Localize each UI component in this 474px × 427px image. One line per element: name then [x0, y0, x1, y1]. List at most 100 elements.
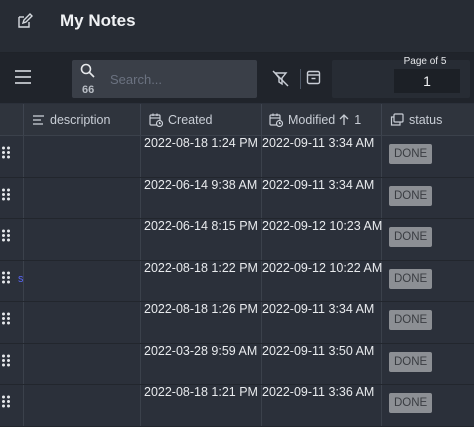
- column-header-modified[interactable]: Modified 1: [261, 104, 381, 135]
- drag-handle-icon[interactable]: [1, 229, 11, 242]
- row-handle-cell: [0, 302, 24, 343]
- status-cell: DONE: [381, 219, 474, 260]
- status-badge[interactable]: DONE: [389, 227, 433, 247]
- modified-text: 2022-09-12 10:22 AM: [262, 260, 383, 275]
- row-handle-cell: [0, 136, 24, 177]
- status-cell: DONE: [381, 302, 474, 343]
- column-header-label: description: [50, 112, 111, 127]
- drag-handle-icon[interactable]: [1, 271, 11, 284]
- table-row[interactable]: 2022-08-18 1:26 PM 2022-09-11 3:34 AM DO…: [0, 302, 474, 344]
- description-cell[interactable]: [23, 177, 141, 218]
- modified-cell: 2022-09-11 3:34 AM: [261, 136, 382, 177]
- description-cell[interactable]: [23, 136, 141, 177]
- archive-icon[interactable]: [306, 70, 321, 85]
- page-input[interactable]: [394, 69, 460, 93]
- created-cell: 2022-06-14 9:38 AM: [140, 177, 262, 218]
- search-box: 66: [72, 60, 257, 98]
- modified-cell: 2022-09-11 3:36 AM: [261, 385, 382, 426]
- status-badge[interactable]: DONE: [389, 144, 433, 164]
- column-header-description[interactable]: description: [23, 104, 140, 135]
- table-row[interactable]: 2022-06-14 9:38 AM 2022-09-11 3:34 AM DO…: [0, 177, 474, 219]
- table-row[interactable]: 2022-08-18 1:21 PM 2022-09-11 3:36 AM DO…: [0, 385, 474, 427]
- table-row[interactable]: 2022-06-14 8:15 PM 2022-09-12 10:23 AM D…: [0, 219, 474, 261]
- created-text: 2022-06-14 8:15 PM: [144, 219, 258, 233]
- search-icon: [80, 63, 95, 78]
- modified-cell: 2022-09-11 3:34 AM: [261, 302, 382, 343]
- row-handle-cell: [0, 343, 24, 384]
- description-cell[interactable]: [23, 219, 141, 260]
- status-badge[interactable]: DONE: [389, 268, 433, 289]
- status-badge[interactable]: DONE: [389, 310, 433, 330]
- created-text: 2022-06-14 9:38 AM: [144, 177, 258, 192]
- created-cell: 2022-08-18 1:22 PM: [140, 260, 262, 301]
- status-cell: DONE: [381, 261, 474, 302]
- created-cell: 2022-08-18 1:26 PM: [140, 302, 262, 343]
- calendar-clock-icon: [269, 113, 283, 127]
- toolbar: 66 Page of 5: [0, 53, 474, 103]
- status-cell: DONE: [381, 136, 474, 177]
- modified-text: 2022-09-11 3:34 AM: [262, 177, 375, 192]
- created-text: 2022-08-18 1:24 PM: [144, 136, 258, 150]
- modified-cell: 2022-09-11 3:50 AM: [261, 343, 382, 384]
- description-cell[interactable]: [23, 302, 141, 343]
- status-badge[interactable]: DONE: [389, 185, 433, 206]
- modified-text: 2022-09-11 3:50 AM: [262, 343, 375, 358]
- column-header-label: Modified: [288, 112, 336, 127]
- drag-handle-icon[interactable]: [1, 146, 11, 159]
- toolbar-divider: [300, 69, 301, 89]
- modified-cell: 2022-09-12 10:23 AM: [261, 219, 382, 260]
- search-input[interactable]: [108, 68, 252, 90]
- created-text: 2022-03-28 9:59 AM: [144, 343, 258, 358]
- created-cell: 2022-08-18 1:24 PM: [140, 136, 262, 177]
- modified-text: 2022-09-11 3:36 AM: [262, 385, 375, 399]
- table-row[interactable]: 2022-03-28 9:59 AM 2022-09-11 3:50 AM DO…: [0, 343, 474, 385]
- description-cell[interactable]: s: [18, 260, 141, 301]
- description-cell[interactable]: [23, 343, 141, 384]
- row-handle-cell: [0, 219, 24, 260]
- created-cell: 2022-03-28 9:59 AM: [140, 343, 262, 384]
- app-header: My Notes: [0, 0, 474, 53]
- drag-handle-icon[interactable]: [1, 312, 11, 325]
- table-row[interactable]: s 2022-08-18 1:22 PM 2022-09-12 10:22 AM…: [0, 260, 474, 302]
- column-header-created[interactable]: Created: [140, 104, 261, 135]
- pager: Page of 5: [332, 56, 470, 98]
- modified-text: 2022-09-11 3:34 AM: [262, 302, 375, 316]
- modified-text: 2022-09-11 3:34 AM: [262, 136, 375, 150]
- created-text: 2022-08-18 1:22 PM: [144, 260, 258, 275]
- created-cell: 2022-06-14 8:15 PM: [140, 219, 262, 260]
- sort-rank: 1: [354, 112, 362, 127]
- status-badge[interactable]: DONE: [389, 351, 433, 372]
- edit-icon[interactable]: [16, 12, 34, 30]
- copy-icon: [390, 113, 404, 126]
- modified-text: 2022-09-12 10:23 AM: [262, 219, 383, 233]
- status-cell: DONE: [381, 385, 474, 426]
- table-body: 2022-08-18 1:24 PM 2022-09-11 3:34 AM DO…: [0, 136, 474, 427]
- sort-ascending-icon[interactable]: [339, 113, 349, 126]
- pager-label: Page of 5: [403, 56, 447, 67]
- modified-cell: 2022-09-12 10:22 AM: [261, 260, 383, 301]
- drag-handle-icon[interactable]: [1, 188, 11, 201]
- created-text: 2022-08-18 1:21 PM: [144, 385, 258, 399]
- row-handle-cell: [0, 177, 24, 218]
- text-align-icon: [33, 114, 44, 125]
- table-header: description Created Modified 1 status: [0, 104, 474, 136]
- status-cell: DONE: [381, 178, 474, 219]
- description-cell[interactable]: [23, 385, 141, 426]
- description-text: s: [18, 272, 24, 285]
- column-header-status[interactable]: status: [381, 104, 474, 135]
- table-row[interactable]: 2022-08-18 1:24 PM 2022-09-11 3:34 AM DO…: [0, 136, 474, 178]
- status-badge[interactable]: DONE: [389, 393, 433, 413]
- modified-cell: 2022-09-11 3:34 AM: [261, 177, 382, 218]
- row-handle-cell: [0, 385, 24, 426]
- drag-handle-icon[interactable]: [1, 395, 11, 408]
- app-title: My Notes: [60, 11, 136, 30]
- drag-handle-icon[interactable]: [1, 354, 11, 367]
- status-cell: DONE: [381, 344, 474, 385]
- created-cell: 2022-08-18 1:21 PM: [140, 385, 262, 426]
- calendar-clock-icon: [149, 113, 163, 127]
- column-header-label: Created: [168, 112, 213, 127]
- search-result-count: 66: [82, 84, 95, 96]
- column-header-label: status: [409, 112, 443, 127]
- filter-off-icon[interactable]: [272, 70, 289, 87]
- menu-icon[interactable]: [14, 69, 32, 85]
